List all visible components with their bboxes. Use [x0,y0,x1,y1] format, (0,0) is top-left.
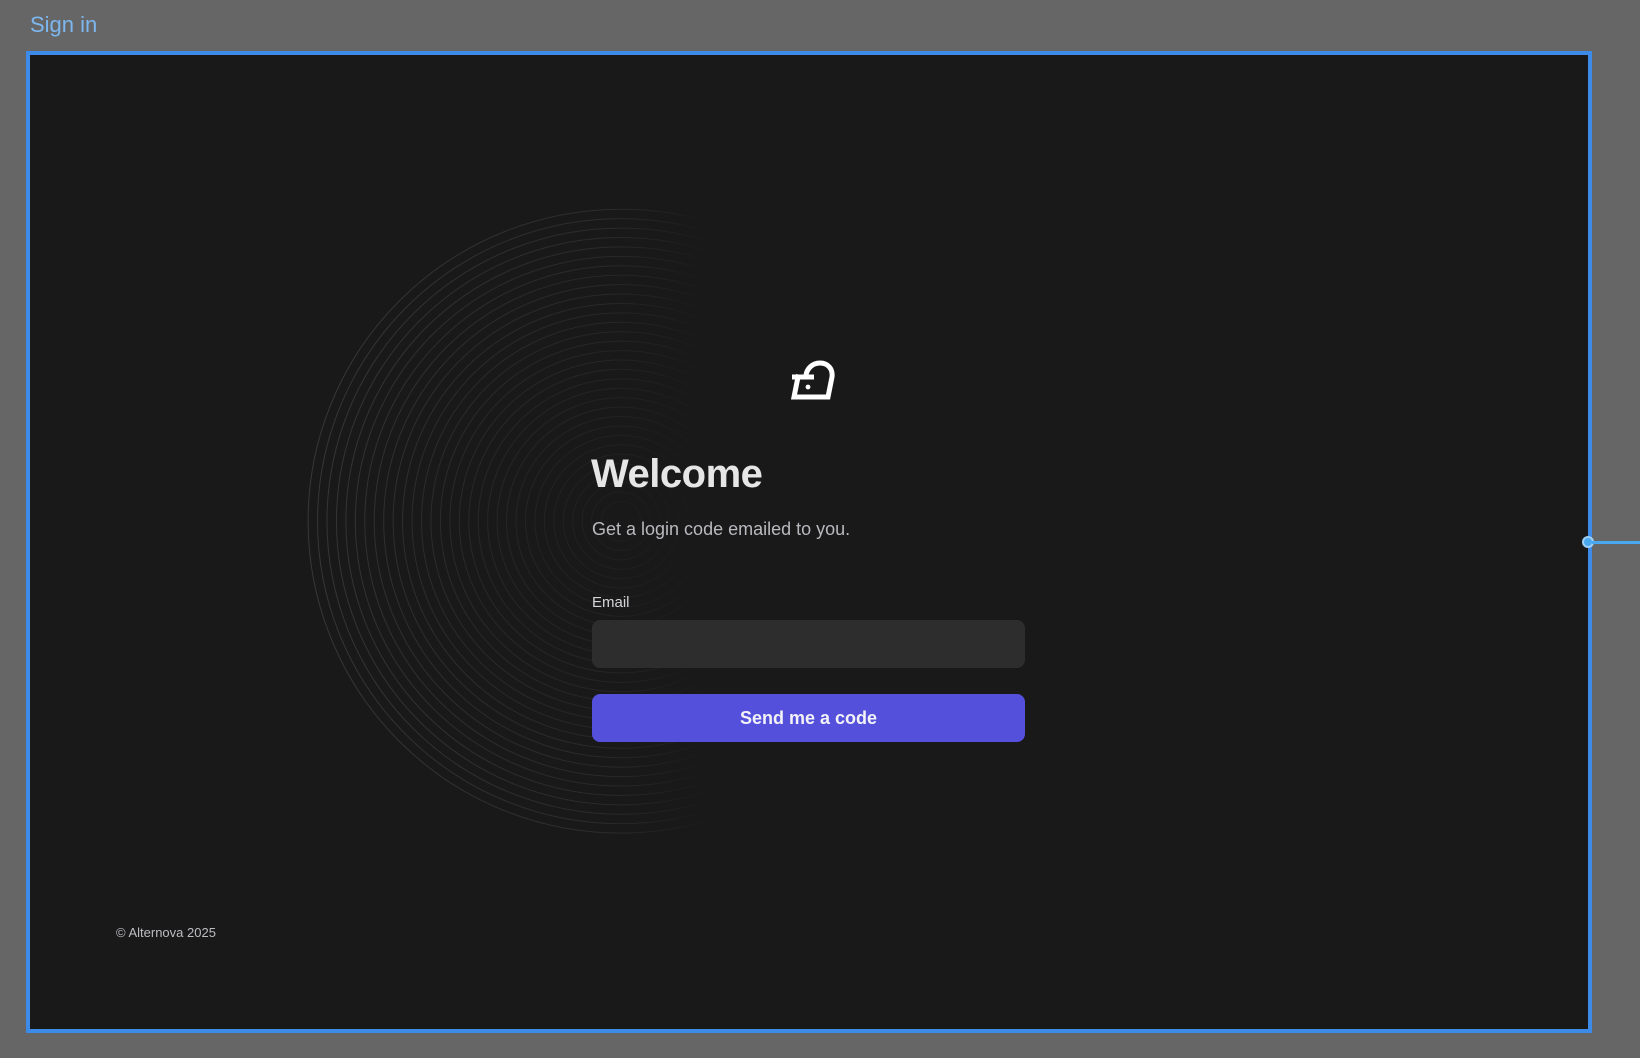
sign-in-frame: Welcome Get a login code emailed to you.… [26,51,1592,1033]
email-label: Email [592,594,630,611]
copyright-text: © Alternova 2025 [116,925,216,940]
frame-label: Sign in [30,12,98,37]
page-title: Welcome [591,452,763,496]
email-field[interactable] [592,620,1025,668]
alternova-logo-icon [790,360,835,400]
send-code-button[interactable]: Send me a code [592,694,1025,742]
background-rings [307,208,935,834]
resize-handle-icon[interactable] [1582,536,1640,548]
page-subtitle: Get a login code emailed to you. [592,519,851,539]
resize-handle-line [1592,541,1640,544]
